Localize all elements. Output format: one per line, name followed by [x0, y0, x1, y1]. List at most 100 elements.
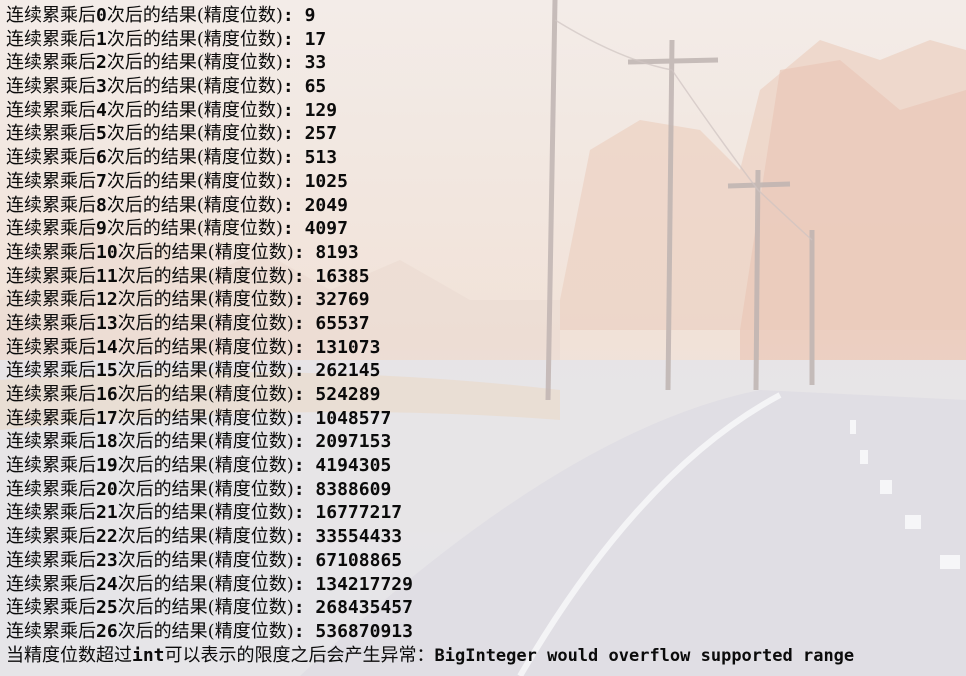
line-suffix: 次后的结果(精度位数): [106, 170, 283, 192]
line-prefix: 连续累乘后: [6, 265, 96, 287]
line-prefix: 连续累乘后: [6, 241, 96, 263]
iteration-count: 2: [96, 52, 107, 74]
line-prefix: 连续累乘后: [6, 360, 96, 382]
line-prefix: 连续累乘后: [6, 573, 96, 595]
iteration-count: 17: [96, 407, 118, 429]
line-prefix: 连续累乘后: [6, 76, 96, 98]
iteration-count: 26: [96, 620, 118, 642]
precision-value: 262145: [315, 360, 381, 382]
line-suffix: 次后的结果(精度位数): [117, 384, 294, 405]
console-line: 连续累乘后2次后的结果(精度位数): 33: [6, 51, 966, 75]
console-line: 连续累乘后7次后的结果(精度位数): 1025: [6, 170, 966, 194]
line-separator: :: [293, 526, 316, 548]
line-separator: :: [293, 549, 316, 571]
line-suffix: 次后的结果(精度位数): [117, 312, 294, 334]
line-prefix: 连续累乘后: [6, 478, 96, 500]
iteration-count: 10: [96, 241, 118, 263]
line-suffix: 次后的结果(精度位数): [106, 28, 283, 50]
line-prefix: 连续累乘后: [6, 28, 96, 50]
line-separator: :: [282, 76, 305, 98]
line-prefix: 连续累乘后: [6, 52, 96, 74]
console-line: 连续累乘后26次后的结果(精度位数): 536870913: [6, 620, 966, 644]
line-suffix: 次后的结果(精度位数): [117, 265, 294, 287]
line-suffix: 次后的结果(精度位数): [117, 502, 294, 524]
console-line: 连续累乘后14次后的结果(精度位数): 131073: [6, 336, 966, 360]
console-line: 连续累乘后19次后的结果(精度位数): 4194305: [6, 454, 966, 478]
line-separator: :: [293, 597, 316, 619]
line-prefix: 连续累乘后: [6, 384, 96, 405]
iteration-count: 11: [96, 265, 118, 287]
iteration-count: 12: [96, 289, 118, 311]
iteration-count: 9: [96, 218, 107, 240]
precision-value: 16777217: [315, 502, 403, 524]
console-line: 连续累乘后1次后的结果(精度位数): 17: [6, 28, 966, 52]
precision-value: 65: [304, 76, 327, 98]
line-separator: :: [282, 99, 305, 121]
line-suffix: 次后的结果(精度位数): [117, 620, 294, 642]
line-separator: :: [282, 194, 305, 216]
precision-value: 17: [304, 28, 327, 50]
precision-value: 4194305: [315, 455, 392, 477]
iteration-count: 13: [96, 312, 118, 334]
console-line: 连续累乘后21次后的结果(精度位数): 16777217: [6, 501, 966, 525]
line-separator: :: [293, 265, 316, 287]
iteration-count: 21: [96, 502, 118, 524]
line-separator: :: [293, 241, 316, 263]
line-prefix: 连续累乘后: [6, 336, 96, 358]
line-prefix: 连续累乘后: [6, 549, 96, 571]
line-prefix: 连续累乘后: [6, 597, 96, 619]
line-separator: :: [282, 123, 305, 145]
line-prefix: 连续累乘后: [6, 620, 96, 642]
console-output: 连续累乘后0次后的结果(精度位数): 9 连续累乘后1次后的结果(精度位数): 1…: [0, 0, 966, 676]
console-line: 连续累乘后12次后的结果(精度位数): 32769: [6, 288, 966, 312]
line-prefix: 连续累乘后: [6, 194, 96, 216]
precision-value: 16385: [315, 265, 370, 287]
line-suffix: 次后的结果(精度位数): [117, 597, 294, 619]
precision-value: 257: [304, 123, 338, 145]
line-prefix: 连续累乘后: [6, 218, 96, 240]
iteration-count: 14: [96, 336, 118, 358]
precision-value: 131073: [315, 336, 381, 358]
console-line: 连续累乘后8次后的结果(精度位数): 2049: [6, 194, 966, 218]
line-separator: :: [293, 360, 316, 382]
line-separator: :: [282, 218, 305, 240]
console-line: 连续累乘后11次后的结果(精度位数): 16385: [6, 265, 966, 289]
line-separator: :: [282, 52, 305, 74]
console-line: 连续累乘后25次后的结果(精度位数): 268435457: [6, 596, 966, 620]
iteration-count: 7: [96, 170, 107, 192]
precision-value: 2097153: [315, 431, 392, 453]
console-line: 连续累乘后20次后的结果(精度位数): 8388609: [6, 478, 966, 502]
console-line: 连续累乘后3次后的结果(精度位数): 65: [6, 75, 966, 99]
console-line: 连续累乘后5次后的结果(精度位数): 257: [6, 122, 966, 146]
line-prefix: 连续累乘后: [6, 123, 96, 145]
line-separator: :: [293, 384, 316, 405]
exception-text-part1: 当精度位数超过: [6, 644, 132, 666]
console-line: 连续累乘后16次后的结果(精度位数): 524289: [6, 383, 966, 407]
exception-message: BigInteger would overflow supported rang…: [434, 645, 855, 666]
exception-text-part2: 可以表示的限度之后会产生异常：: [164, 644, 435, 666]
iteration-count: 6: [96, 147, 107, 169]
line-separator: :: [293, 289, 316, 311]
line-prefix: 连续累乘后: [6, 289, 96, 311]
line-suffix: 次后的结果(精度位数): [117, 407, 294, 429]
line-suffix: 次后的结果(精度位数): [117, 360, 294, 382]
precision-value: 129: [304, 99, 338, 121]
line-separator: :: [282, 147, 305, 169]
line-prefix: 连续累乘后: [6, 147, 96, 169]
iteration-count: 5: [96, 123, 107, 145]
precision-value: 536870913: [315, 620, 413, 642]
iteration-count: 23: [96, 549, 118, 571]
line-prefix: 连续累乘后: [6, 312, 96, 334]
line-separator: :: [293, 431, 316, 453]
line-suffix: 次后的结果(精度位数): [117, 455, 294, 477]
line-suffix: 次后的结果(精度位数): [106, 5, 283, 26]
console-line: 连续累乘后6次后的结果(精度位数): 513: [6, 146, 966, 170]
line-suffix: 次后的结果(精度位数): [117, 549, 294, 571]
line-separator: :: [293, 336, 316, 358]
console-line: 连续累乘后18次后的结果(精度位数): 2097153: [6, 430, 966, 454]
line-separator: :: [282, 28, 305, 50]
line-prefix: 连续累乘后: [6, 455, 96, 477]
iteration-count: 3: [96, 76, 107, 98]
line-separator: :: [293, 620, 316, 642]
line-suffix: 次后的结果(精度位数): [106, 123, 283, 145]
